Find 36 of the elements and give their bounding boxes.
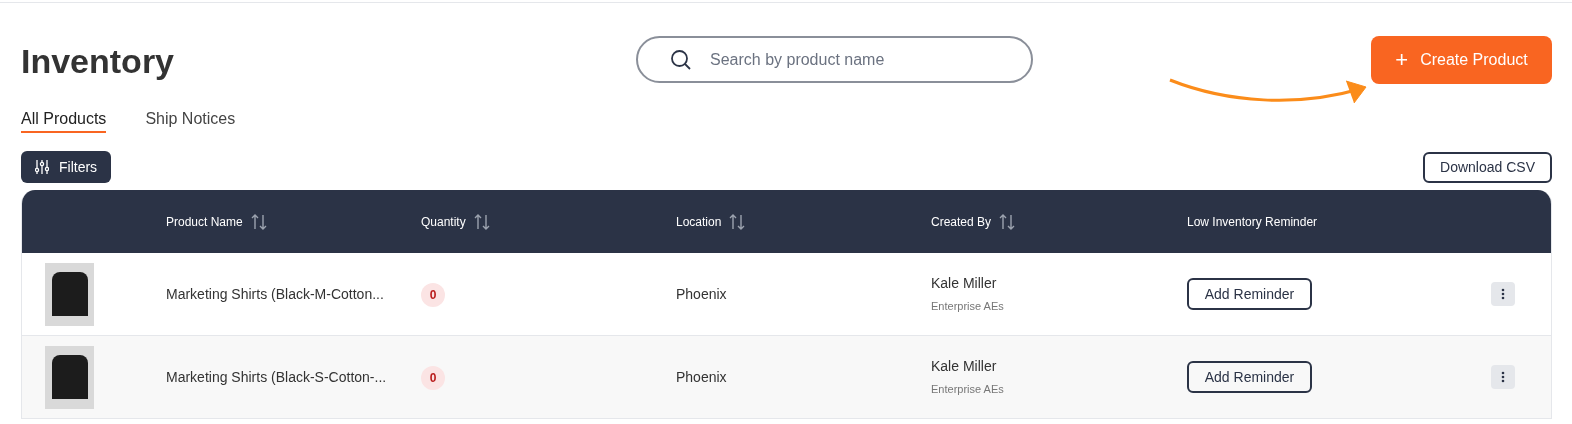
quantity-badge: 0 — [421, 282, 445, 307]
location: Phoenix — [676, 284, 728, 304]
creator-name: Kale Miller — [931, 357, 998, 377]
column-header: Location — [676, 213, 722, 231]
search-bar[interactable]: Search by product name — [636, 36, 1033, 83]
column-header: Quantity — [421, 213, 466, 231]
tab[interactable]: All Products — [21, 107, 107, 133]
add-reminder-button[interactable]: Add Reminder — [1187, 361, 1312, 393]
location: Phoenix — [676, 367, 728, 387]
sort-icon[interactable] — [728, 212, 747, 231]
quantity-badge: 0 — [421, 365, 445, 390]
add-reminder-button[interactable]: Add Reminder — [1187, 278, 1312, 310]
team-name: Enterprise AEs — [931, 382, 1005, 398]
more-options-button[interactable] — [1491, 282, 1515, 306]
photo-placeholder — [45, 345, 94, 409]
kebab-icon — [1501, 288, 1505, 300]
column-header: Product Name — [166, 213, 243, 231]
photo-placeholder — [45, 262, 94, 326]
column-header: Created By — [931, 213, 992, 231]
search-icon — [670, 48, 692, 71]
sort-icon[interactable] — [249, 212, 268, 231]
page-title: Inventory — [21, 41, 175, 81]
team-name: Enterprise AEs — [931, 299, 1005, 315]
column-header: Low Inventory Reminder — [1187, 213, 1318, 231]
sort-icon[interactable] — [472, 212, 491, 231]
product-name: Marketing Shirts (Black-M-Cotton... — [166, 284, 385, 304]
download-csv-button[interactable]: Download CSV — [1423, 151, 1552, 183]
search-input[interactable]: Search by product name — [710, 47, 1010, 72]
product-name: Marketing Shirts (Black-S-Cotton-... — [166, 367, 388, 387]
filters-button[interactable]: Filters — [21, 151, 112, 183]
sliders-icon — [35, 159, 49, 175]
sort-icon[interactable] — [998, 212, 1017, 231]
more-options-button[interactable] — [1491, 365, 1515, 389]
creator-name: Kale Miller — [931, 274, 998, 294]
kebab-icon — [1501, 371, 1505, 383]
tab[interactable]: Ship Notices — [145, 107, 236, 133]
